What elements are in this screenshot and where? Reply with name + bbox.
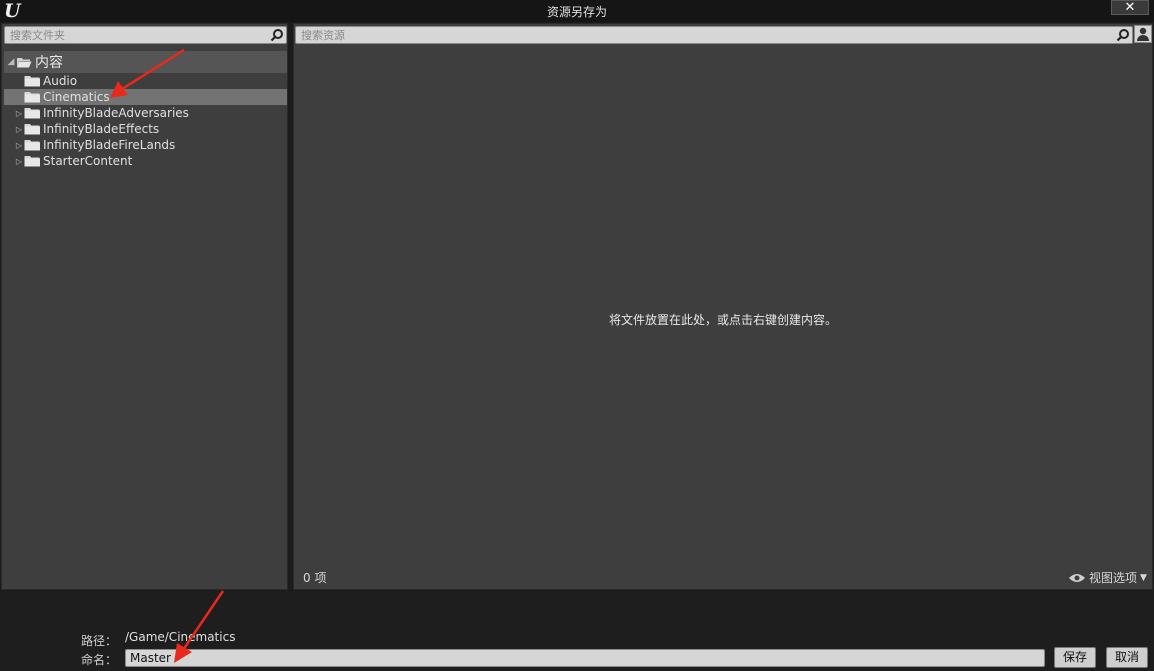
expand-arrow-icon[interactable]: ▷: [14, 121, 24, 137]
search-icon[interactable]: [270, 28, 284, 42]
folder-item[interactable]: ▷ InfinityBladeFireLands: [4, 137, 287, 153]
view-options-button[interactable]: 视图选项 ▼: [1068, 569, 1147, 586]
folder-item-label: InfinityBladeFireLands: [43, 138, 176, 152]
save-button[interactable]: 保存: [1054, 647, 1096, 668]
folder-icon: [24, 156, 40, 167]
user-icon: [1137, 27, 1149, 41]
asset-name-input[interactable]: [126, 650, 1044, 666]
tree-root-label: 内容: [35, 55, 63, 71]
folder-item[interactable]: ▷ StarterContent: [4, 153, 287, 169]
folder-item-label: StarterContent: [43, 154, 133, 168]
folder-search-input[interactable]: [5, 27, 286, 43]
eye-icon: [1069, 573, 1085, 582]
asset-search-input[interactable]: [296, 27, 1132, 43]
folder-panel: ◢ 内容 Audio Cinematics ▷ InfinityBladeAdvers…: [1, 23, 288, 590]
folder-item[interactable]: Cinematics: [4, 89, 287, 105]
item-count: 0 项: [303, 571, 327, 585]
path-label: 路径：: [81, 634, 118, 648]
folder-icon: [24, 124, 40, 135]
asset-search-box[interactable]: [295, 26, 1133, 44]
close-button[interactable]: ✕: [1111, 0, 1149, 15]
folder-item[interactable]: Audio: [4, 73, 287, 89]
folder-item-label: InfinityBladeEffects: [43, 122, 160, 136]
empty-drop-message: 将文件放置在此处，或点击右键创建内容。: [608, 313, 837, 327]
folder-item[interactable]: ▷ InfinityBladeEffects: [4, 121, 287, 137]
asset-panel: [293, 23, 1153, 590]
folder-icon: [24, 76, 40, 87]
cancel-button[interactable]: 取消: [1106, 647, 1148, 668]
collapse-arrow-icon[interactable]: ◢: [6, 54, 16, 70]
folder-item-label: Audio: [43, 74, 78, 88]
folder-icon: [24, 108, 40, 119]
folder-item-label: InfinityBladeAdversaries: [43, 106, 189, 120]
view-options-label: 视图选项: [1089, 571, 1138, 585]
dropdown-arrow-icon: ▼: [1140, 572, 1147, 583]
expand-arrow-icon[interactable]: ▷: [14, 137, 24, 153]
open-folder-icon: [17, 58, 32, 68]
folder-tree: ◢ 内容 Audio Cinematics ▷ InfinityBladeAdvers…: [4, 51, 287, 169]
filter-user-button[interactable]: [1134, 25, 1152, 43]
search-icon[interactable]: [1116, 28, 1130, 42]
window-title: 资源另存为: [546, 5, 607, 19]
folder-icon: [24, 92, 40, 103]
folder-search-box[interactable]: [4, 26, 287, 44]
folder-icon: [24, 140, 40, 151]
asset-name-field[interactable]: [125, 649, 1045, 667]
name-label: 命名：: [81, 653, 118, 667]
expand-arrow-icon[interactable]: ▷: [14, 105, 24, 121]
path-value: /Game/Cinematics: [125, 630, 236, 644]
tree-root-content[interactable]: ◢ 内容: [4, 51, 287, 73]
folder-item[interactable]: ▷ InfinityBladeAdversaries: [4, 105, 287, 121]
folder-item-label: Cinematics: [43, 90, 110, 104]
expand-arrow-icon[interactable]: ▷: [14, 153, 24, 169]
title-bar: U 资源另存为 ✕: [0, 0, 1154, 22]
